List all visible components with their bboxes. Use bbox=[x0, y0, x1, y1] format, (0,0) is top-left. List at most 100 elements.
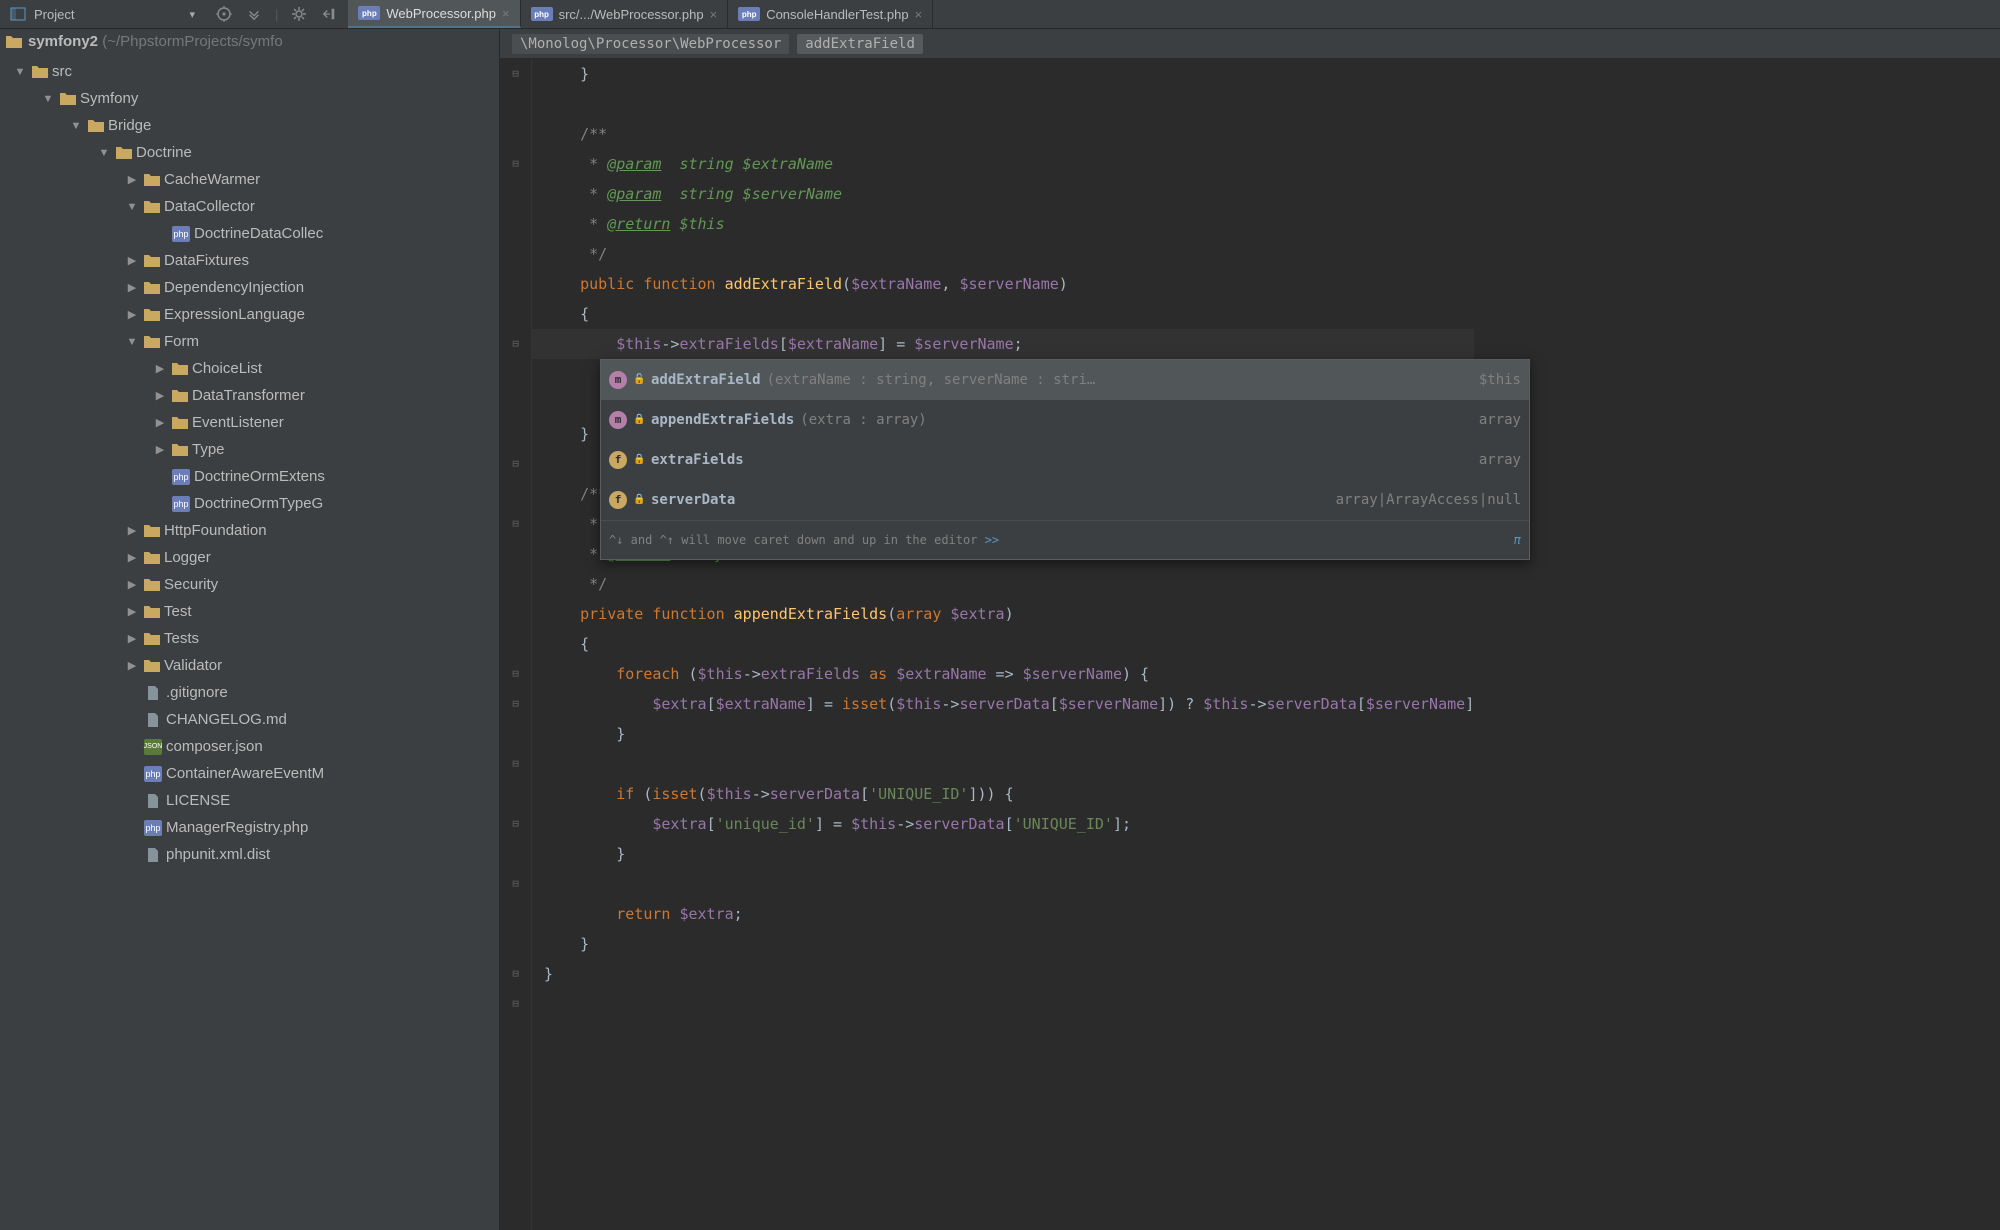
completion-type: array bbox=[1479, 405, 1521, 435]
folder-icon bbox=[172, 389, 188, 402]
completion-type: $this bbox=[1479, 365, 1521, 395]
tree-arrow-icon[interactable] bbox=[124, 173, 140, 186]
completion-hint-link[interactable]: >> bbox=[985, 533, 999, 547]
completion-item[interactable]: m🔒appendExtraFields(extra : array)array bbox=[601, 400, 1529, 440]
tree-item[interactable]: Doctrine bbox=[0, 139, 499, 166]
gear-icon[interactable] bbox=[290, 5, 308, 23]
tree-item-label: Logger bbox=[164, 549, 211, 566]
tree-item[interactable]: .gitignore bbox=[0, 679, 499, 706]
completion-hint: ^↓ and ^↑ will move caret down and up in… bbox=[601, 520, 1529, 559]
tree-arrow-icon[interactable] bbox=[96, 147, 112, 159]
project-root[interactable]: symfony2 (~/PhpstormProjects/symfo bbox=[0, 29, 499, 54]
folder-icon bbox=[144, 524, 160, 537]
tree-arrow-icon[interactable] bbox=[152, 443, 168, 456]
tree-arrow-icon[interactable] bbox=[124, 336, 140, 348]
tree-arrow-icon[interactable] bbox=[152, 362, 168, 375]
folder-icon bbox=[32, 65, 48, 78]
php-file-icon: php bbox=[358, 6, 380, 20]
tree-item[interactable]: LICENSE bbox=[0, 787, 499, 814]
tree-item[interactable]: DataCollector bbox=[0, 193, 499, 220]
xml-file-icon bbox=[144, 847, 162, 863]
tree-arrow-icon[interactable] bbox=[124, 201, 140, 213]
tree-item[interactable]: src bbox=[0, 58, 499, 85]
tree-item-label: ManagerRegistry.php bbox=[166, 819, 308, 836]
tree-item[interactable]: Validator bbox=[0, 652, 499, 679]
tree-item[interactable]: DataFixtures bbox=[0, 247, 499, 274]
completion-type: array bbox=[1479, 445, 1521, 475]
tree-arrow-icon[interactable] bbox=[124, 605, 140, 618]
completion-signature: (extra : array) bbox=[800, 405, 926, 435]
tree-item[interactable]: phpContainerAwareEventM bbox=[0, 760, 499, 787]
tree-arrow-icon[interactable] bbox=[124, 632, 140, 645]
tree-item[interactable]: Logger bbox=[0, 544, 499, 571]
tree-item-label: DataTransformer bbox=[192, 387, 305, 404]
tree-arrow-icon[interactable] bbox=[124, 254, 140, 267]
tab-src-webprocessor[interactable]: php src/.../WebProcessor.php × bbox=[521, 0, 729, 28]
close-icon[interactable]: × bbox=[915, 7, 923, 22]
tree-item[interactable]: Security bbox=[0, 571, 499, 598]
tree-arrow-icon[interactable] bbox=[152, 389, 168, 402]
field-icon: f bbox=[609, 491, 627, 509]
tree-item[interactable]: phpDoctrineOrmTypeG bbox=[0, 490, 499, 517]
tree-item[interactable]: Bridge bbox=[0, 112, 499, 139]
close-icon[interactable]: × bbox=[502, 6, 510, 21]
tree-item-label: Form bbox=[164, 333, 199, 350]
tree-item[interactable]: Type bbox=[0, 436, 499, 463]
folder-icon bbox=[144, 200, 160, 213]
tree-arrow-icon[interactable] bbox=[12, 66, 28, 78]
tree-arrow-icon[interactable] bbox=[68, 120, 84, 132]
tree-item[interactable]: HttpFoundation bbox=[0, 517, 499, 544]
tree-arrow-icon[interactable] bbox=[152, 416, 168, 429]
tab-consolehandlertest[interactable]: php ConsoleHandlerTest.php × bbox=[728, 0, 933, 28]
completion-item[interactable]: f🔒extraFieldsarray bbox=[601, 440, 1529, 480]
scroll-from-source-icon[interactable] bbox=[215, 5, 233, 23]
tree-arrow-icon[interactable] bbox=[124, 578, 140, 591]
completion-item[interactable]: m🔓addExtraField(extraName : string, serv… bbox=[601, 360, 1529, 400]
tree-arrow-icon[interactable] bbox=[124, 281, 140, 294]
project-tool-window-dropdown[interactable]: Project ▾ bbox=[0, 0, 205, 28]
tree-item-label: Bridge bbox=[108, 117, 151, 134]
tree-item[interactable]: EventListener bbox=[0, 409, 499, 436]
folder-icon bbox=[144, 659, 160, 672]
tree-item-label: ExpressionLanguage bbox=[164, 306, 305, 323]
tree-item[interactable]: phpunit.xml.dist bbox=[0, 841, 499, 868]
tree-item-label: Tests bbox=[164, 630, 199, 647]
hide-icon[interactable] bbox=[320, 5, 338, 23]
tree-item[interactable]: DataTransformer bbox=[0, 382, 499, 409]
tree-item-label: composer.json bbox=[166, 738, 263, 755]
code-completion-popup: m🔓addExtraField(extraName : string, serv… bbox=[600, 359, 1530, 560]
tree-item[interactable]: CHANGELOG.md bbox=[0, 706, 499, 733]
tab-webprocessor[interactable]: php WebProcessor.php × bbox=[348, 0, 520, 28]
breadcrumb-namespace[interactable]: \Monolog\Processor\WebProcessor bbox=[512, 34, 789, 54]
tree-arrow-icon[interactable] bbox=[40, 93, 56, 105]
close-icon[interactable]: × bbox=[710, 7, 718, 22]
tree-item[interactable]: Test bbox=[0, 598, 499, 625]
tree-item[interactable]: phpDoctrineOrmExtens bbox=[0, 463, 499, 490]
gutter: ⊟ ⊟ ⊟ ⊟ ⊟ ⊟⊟⊟ ⊟⊟ ⊟⊟ bbox=[500, 59, 532, 1230]
tree-item[interactable]: ChoiceList bbox=[0, 355, 499, 382]
editor-tabs: php WebProcessor.php × php src/.../WebPr… bbox=[348, 0, 2000, 28]
tree-item[interactable]: ExpressionLanguage bbox=[0, 301, 499, 328]
tree-item[interactable]: phpManagerRegistry.php bbox=[0, 814, 499, 841]
tree-arrow-icon[interactable] bbox=[124, 659, 140, 672]
tree-item-label: CacheWarmer bbox=[164, 171, 260, 188]
pi-icon[interactable]: π bbox=[1514, 525, 1521, 555]
tree-item-label: HttpFoundation bbox=[164, 522, 267, 539]
code-content: } /** * @param string $extraName * @para… bbox=[532, 59, 1474, 1230]
tree-item[interactable]: Form bbox=[0, 328, 499, 355]
tree-item[interactable]: DependencyInjection bbox=[0, 274, 499, 301]
tree-item[interactable]: Tests bbox=[0, 625, 499, 652]
folder-icon bbox=[116, 146, 132, 159]
tree-arrow-icon[interactable] bbox=[124, 308, 140, 321]
tree-arrow-icon[interactable] bbox=[124, 551, 140, 564]
tree-item[interactable]: phpDoctrineDataCollec bbox=[0, 220, 499, 247]
tree-item[interactable]: CacheWarmer bbox=[0, 166, 499, 193]
tree-item[interactable]: Symfony bbox=[0, 85, 499, 112]
breadcrumb-method[interactable]: addExtraField bbox=[797, 34, 923, 54]
tree-arrow-icon[interactable] bbox=[124, 524, 140, 537]
collapse-all-icon[interactable] bbox=[245, 5, 263, 23]
tree-item[interactable]: JSONcomposer.json bbox=[0, 733, 499, 760]
completion-name: serverData bbox=[651, 485, 735, 515]
code-editor[interactable]: ⊟ ⊟ ⊟ ⊟ ⊟ ⊟⊟⊟ ⊟⊟ ⊟⊟ } /** * @param strin… bbox=[500, 59, 2000, 1230]
completion-item[interactable]: f🔒serverDataarray|ArrayAccess|null bbox=[601, 480, 1529, 520]
